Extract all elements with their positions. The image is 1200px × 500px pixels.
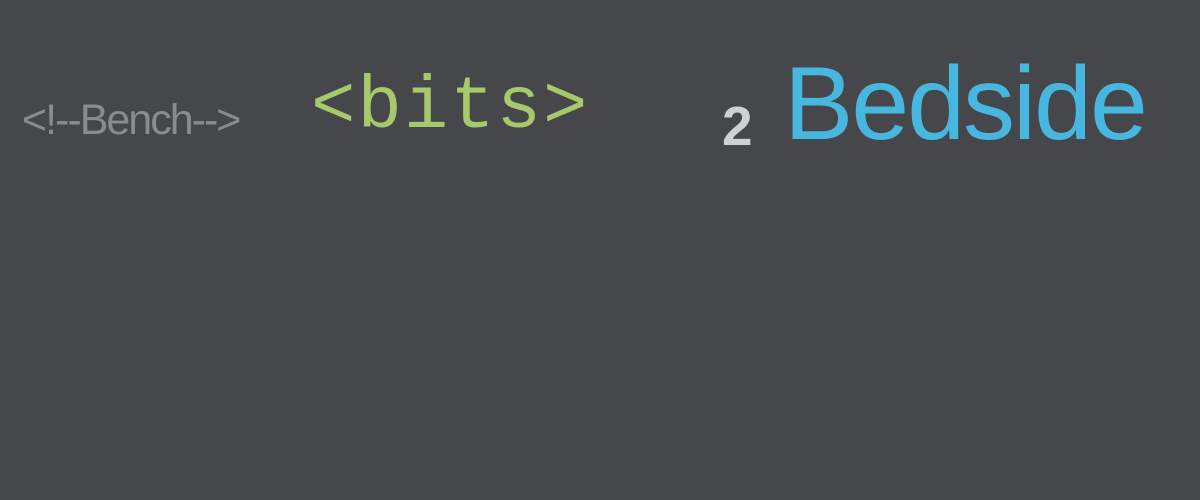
- logo-comment-text: <!--Bench-->: [22, 96, 241, 144]
- logo-bits-text: <bits>: [311, 66, 590, 150]
- logo-two-text: 2: [722, 95, 753, 157]
- logo-bedside-text: Bedside: [784, 46, 1148, 162]
- banner: <!--Bench--> <bits> 2 Bedside: [0, 0, 1200, 500]
